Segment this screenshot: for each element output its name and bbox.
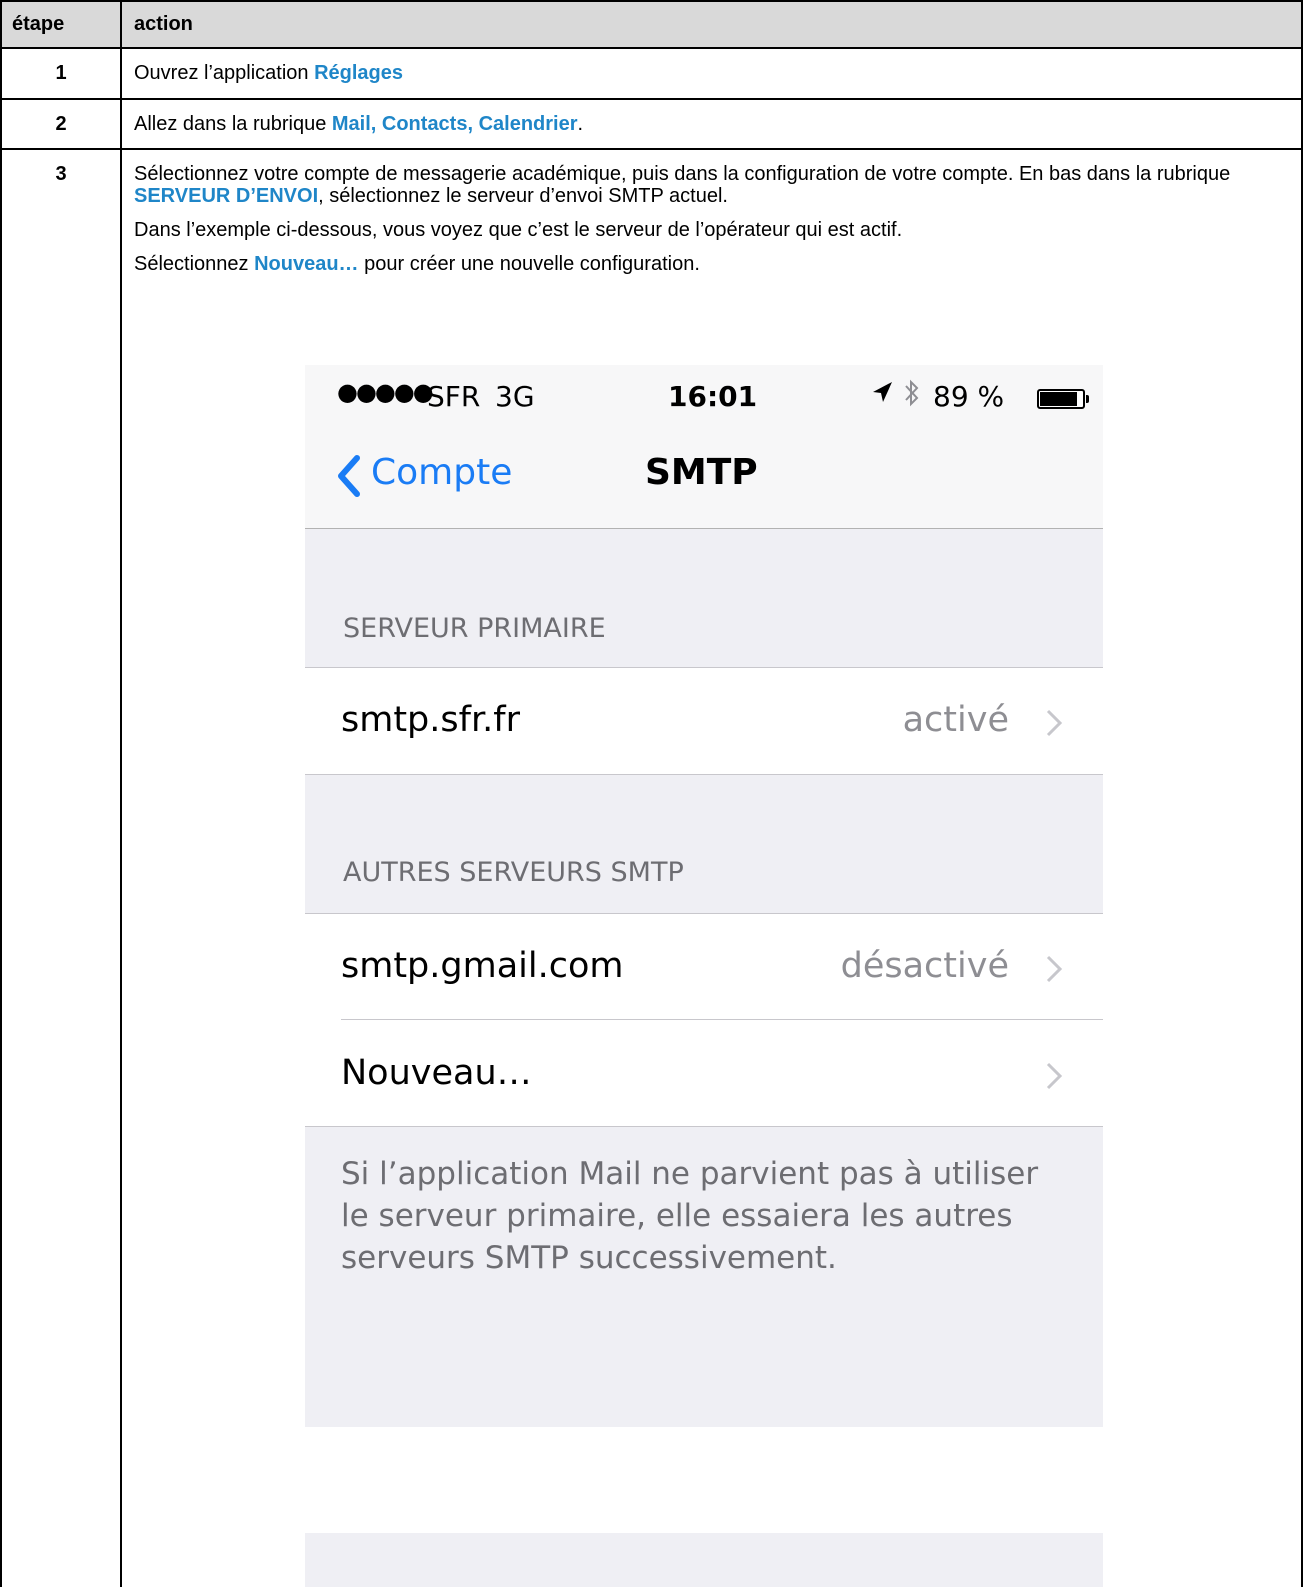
header-step: étape bbox=[2, 2, 122, 47]
step-number: 1 bbox=[2, 49, 122, 98]
table-header-row: étape action bbox=[2, 2, 1301, 49]
group-others: smtp.gmail.com désactivé Nouveau… bbox=[305, 913, 1103, 1127]
navigation-bar: Compte SMTP bbox=[305, 430, 1103, 529]
para-text-end: , sélectionnez le serveur d’envoi SMTP a… bbox=[318, 185, 728, 207]
step-text: Ouvrez l’application bbox=[134, 62, 315, 84]
status-time: 16:01 bbox=[668, 380, 758, 413]
cell-label: smtp.sfr.fr bbox=[341, 700, 520, 740]
location-arrow-icon bbox=[871, 380, 893, 411]
battery-icon bbox=[1037, 389, 1085, 409]
cell-label: smtp.gmail.com bbox=[341, 946, 624, 986]
server-cell-gmail[interactable]: smtp.gmail.com désactivé bbox=[305, 914, 1103, 1020]
keyword-serveur-envoi: SERVEUR D’ENVOI bbox=[134, 185, 319, 207]
step-number: 2 bbox=[2, 100, 122, 148]
para-text-end: pour créer une nouvelle configuration. bbox=[358, 253, 700, 275]
cell-separator bbox=[341, 1019, 1103, 1020]
para-text: Sélectionnez votre compte de messagerie … bbox=[134, 163, 1231, 185]
cell-status: activé bbox=[902, 700, 1009, 740]
empty-cell bbox=[305, 1427, 1103, 1533]
step-number: 3 bbox=[2, 150, 122, 1587]
table-row: 2 Allez dans la rubrique Mail, Contacts,… bbox=[2, 100, 1301, 150]
keyword-mail-contacts: Mail, Contacts, Calendrier bbox=[331, 113, 578, 135]
chevron-right-icon bbox=[1046, 709, 1063, 737]
carrier-label: SFR bbox=[427, 380, 481, 413]
section-header-others: AUTRES SERVEURS SMTP bbox=[343, 857, 684, 888]
step-text-end: . bbox=[577, 113, 584, 135]
group-primary: smtp.sfr.fr activé bbox=[305, 667, 1103, 775]
para-text: Sélectionnez bbox=[134, 253, 255, 275]
phone-screenshot: ●●●●● SFR 3G 16:01 89 % Compte SMTP SERV… bbox=[305, 365, 1103, 1587]
server-cell-sfr[interactable]: smtp.sfr.fr activé bbox=[305, 668, 1103, 774]
section-header-primary: SERVEUR PRIMAIRE bbox=[343, 613, 606, 644]
battery-tip bbox=[1086, 395, 1089, 403]
battery-level bbox=[1040, 392, 1078, 406]
table-row: 1 Ouvrez l’application Réglages bbox=[2, 49, 1301, 100]
step-paragraph-1: Sélectionnez votre compte de messagerie … bbox=[134, 163, 1289, 207]
signal-strength-icon: ●●●●● bbox=[337, 378, 434, 406]
step-paragraph-3: Sélectionnez Nouveau… pour créer une nou… bbox=[134, 253, 1289, 275]
bluetooth-icon bbox=[903, 378, 921, 415]
chevron-right-icon bbox=[1046, 955, 1063, 983]
new-server-cell[interactable]: Nouveau… bbox=[305, 1021, 1103, 1127]
keyword-nouveau: Nouveau… bbox=[254, 253, 359, 275]
step-paragraph-2: Dans l’exemple ci-dessous, vous voyez qu… bbox=[134, 219, 903, 241]
step-text: Allez dans la rubrique bbox=[134, 113, 332, 135]
header-action: action bbox=[134, 13, 193, 35]
cell-status: désactivé bbox=[840, 946, 1009, 986]
chevron-right-icon bbox=[1046, 1062, 1063, 1090]
keyword-reglages: Réglages bbox=[314, 62, 404, 84]
cell-label: Nouveau… bbox=[341, 1053, 532, 1093]
network-type: 3G bbox=[495, 380, 535, 413]
footer-note: Si l’application Mail ne parvient pas à … bbox=[341, 1156, 1039, 1276]
status-bar: ●●●●● SFR 3G 16:01 89 % bbox=[305, 365, 1103, 430]
step-action: Ouvrez l’application Réglages bbox=[124, 49, 1301, 98]
back-button[interactable]: Compte bbox=[371, 452, 512, 493]
chevron-left-icon[interactable] bbox=[327, 448, 373, 504]
step-action: Allez dans la rubrique Mail, Contacts, C… bbox=[124, 100, 1301, 148]
nav-title: SMTP bbox=[645, 452, 758, 493]
battery-percentage: 89 % bbox=[933, 380, 1005, 413]
